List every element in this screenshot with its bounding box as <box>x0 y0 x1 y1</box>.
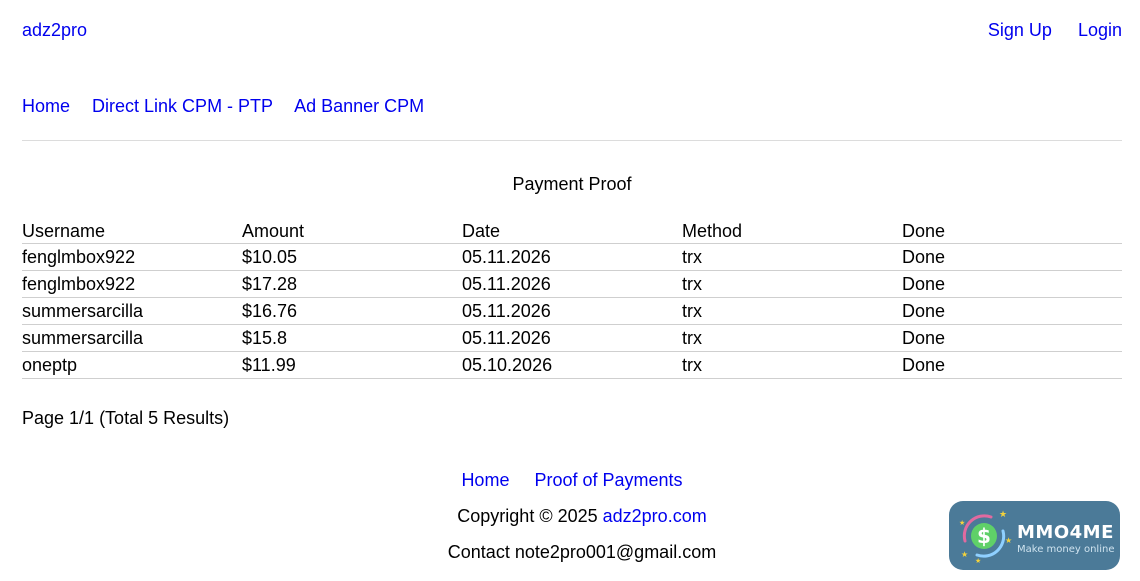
cell-date: 05.11.2026 <box>462 324 682 352</box>
table-row: summersarcilla $16.76 05.11.2026 trx Don… <box>22 297 1122 325</box>
login-link[interactable]: Login <box>1078 20 1122 40</box>
table-row: fenglmbox922 $17.28 05.11.2026 trx Done <box>22 270 1122 298</box>
dollar-coin-icon: $ ★ ★ ★ ★ ★ <box>959 510 1012 565</box>
cell-method: trx <box>682 243 902 271</box>
table-header-row: Username Amount Date Method Done <box>22 218 1122 244</box>
cell-date: 05.11.2026 <box>462 243 682 271</box>
cell-username: oneptp <box>22 351 242 379</box>
table-row: oneptp $11.99 05.10.2026 trx Done <box>22 351 1122 379</box>
main-nav: Home Direct Link CPM - PTP Ad Banner CPM <box>22 94 441 118</box>
svg-text:★: ★ <box>959 519 965 527</box>
badge-name: MMO4ME <box>1017 522 1114 543</box>
copyright-text: Copyright © 2025 <box>457 506 598 526</box>
footer-nav: Home Proof of Payments <box>0 468 1140 492</box>
badge-tagline: Make money online <box>1017 544 1115 555</box>
pagination-summary: Page 1/1 (Total 5 Results) <box>22 408 230 428</box>
cell-username: summersarcilla <box>22 324 242 352</box>
cell-amount: $15.8 <box>242 324 462 352</box>
copyright-site-link[interactable]: adz2pro.com <box>603 506 707 526</box>
nav-home-link[interactable]: Home <box>22 96 70 116</box>
column-header-username: Username <box>22 218 242 244</box>
nav-ad-banner-cpm-link[interactable]: Ad Banner CPM <box>294 96 424 116</box>
cell-method: trx <box>682 270 902 298</box>
footer-home-link[interactable]: Home <box>461 470 509 490</box>
cell-method: trx <box>682 351 902 379</box>
svg-text:★: ★ <box>961 550 968 559</box>
cell-amount: $17.28 <box>242 270 462 298</box>
cell-date: 05.10.2026 <box>462 351 682 379</box>
table-row: fenglmbox922 $10.05 05.11.2026 trx Done <box>22 243 1122 271</box>
page-title: Payment Proof <box>512 174 632 194</box>
cell-date: 05.11.2026 <box>462 297 682 325</box>
cell-status: Done <box>902 297 1122 325</box>
svg-text:$: $ <box>977 524 991 548</box>
svg-text:★: ★ <box>975 557 981 565</box>
cell-method: trx <box>682 324 902 352</box>
cell-username: fenglmbox922 <box>22 243 242 271</box>
footer-proof-of-payments-link[interactable]: Proof of Payments <box>534 470 682 490</box>
svg-text:★: ★ <box>999 510 1007 520</box>
auth-links: Sign Up Login <box>967 18 1122 42</box>
cell-status: Done <box>902 351 1122 379</box>
cell-amount: $16.76 <box>242 297 462 325</box>
column-header-done: Done <box>902 218 1122 244</box>
cell-date: 05.11.2026 <box>462 270 682 298</box>
cell-amount: $10.05 <box>242 243 462 271</box>
brand-link[interactable]: adz2pro <box>22 18 87 42</box>
column-header-date: Date <box>462 218 682 244</box>
table-row: summersarcilla $15.8 05.11.2026 trx Done <box>22 324 1122 352</box>
sign-up-link[interactable]: Sign Up <box>988 20 1052 40</box>
cell-method: trx <box>682 297 902 325</box>
cell-username: fenglmbox922 <box>22 270 242 298</box>
cell-status: Done <box>902 270 1122 298</box>
cell-username: summersarcilla <box>22 297 242 325</box>
nav-direct-link-cpm-link[interactable]: Direct Link CPM - PTP <box>92 96 273 116</box>
column-header-method: Method <box>682 218 902 244</box>
cell-status: Done <box>902 243 1122 271</box>
svg-text:★: ★ <box>1005 536 1012 545</box>
cell-status: Done <box>902 324 1122 352</box>
mmo4me-badge[interactable]: $ ★ ★ ★ ★ ★ MMO4ME Make money online <box>949 501 1120 570</box>
column-header-amount: Amount <box>242 218 462 244</box>
top-bar: adz2pro Sign Up Login <box>22 18 1122 42</box>
cell-amount: $11.99 <box>242 351 462 379</box>
payment-proof-table: Username Amount Date Method Done fenglmb… <box>22 218 1122 379</box>
nav-divider <box>22 140 1122 141</box>
